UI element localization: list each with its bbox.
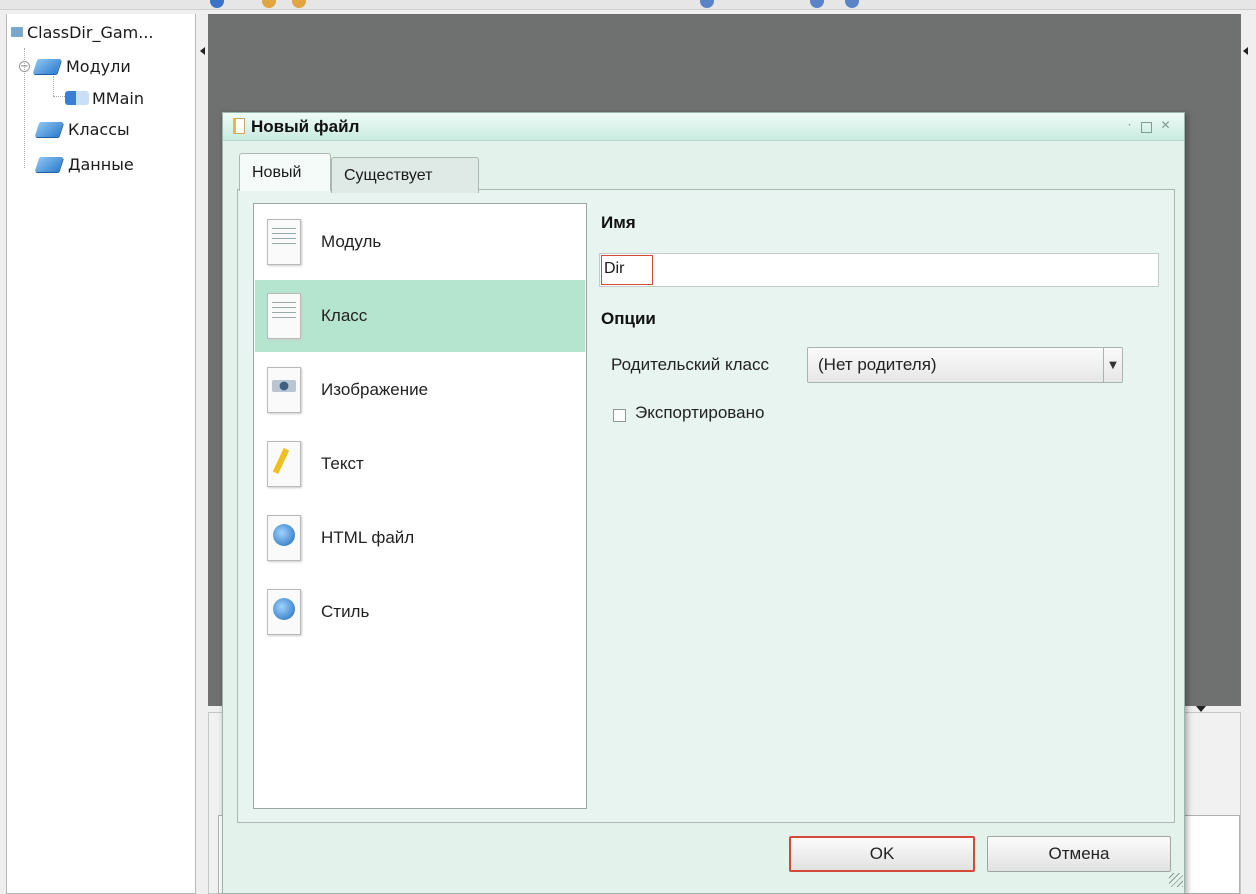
close-icon[interactable]: ✕ — [1159, 119, 1172, 132]
file-type-module[interactable]: Модуль — [255, 206, 585, 278]
options-section-title: Опции — [601, 309, 656, 328]
document-icon — [267, 219, 301, 265]
toolbar-icon[interactable] — [700, 0, 714, 8]
name-input-value: Dir — [601, 255, 653, 285]
file-type-class[interactable]: Класс — [255, 280, 585, 352]
tree-item-label: Классы — [68, 119, 130, 139]
new-file-dialog: Новый файл · ✕ Новый Существует Модуль К… — [222, 112, 1185, 894]
toolbar-icon[interactable] — [810, 0, 824, 8]
ok-button[interactable]: OK — [789, 836, 975, 872]
exported-label[interactable]: Экспортировано — [635, 403, 764, 423]
image-file-icon — [267, 367, 301, 413]
text-pencil-icon — [267, 441, 301, 487]
main-toolbar — [0, 0, 1256, 10]
help-icon[interactable]: · — [1123, 119, 1136, 132]
dialog-titlebar[interactable]: Новый файл · ✕ — [223, 113, 1184, 141]
tree-root-label: ClassDir_Gam... — [27, 22, 154, 42]
toolbar-icon[interactable] — [262, 0, 276, 8]
ok-button-label: OK — [869, 844, 895, 863]
file-type-style[interactable]: Стиль — [255, 576, 585, 648]
file-type-label: Стиль — [321, 602, 370, 621]
resize-grip-icon[interactable] — [1169, 873, 1183, 887]
collapse-icon[interactable]: − — [19, 60, 30, 72]
chevron-down-icon[interactable]: ▼ — [1103, 348, 1122, 382]
file-type-label: Модуль — [321, 232, 382, 251]
splitter-right-arrow-icon[interactable] — [1243, 47, 1248, 55]
tab-label: Существует — [344, 166, 433, 184]
toolbar-icon[interactable] — [845, 0, 859, 8]
parent-class-value: (Нет родителя) — [818, 355, 937, 374]
file-type-text[interactable]: Текст — [255, 428, 585, 500]
file-type-list: Модуль Класс Изображение Текст HTML файл… — [253, 203, 587, 809]
file-type-html[interactable]: HTML файл — [255, 502, 585, 574]
tree-item-mmain[interactable]: MMain — [65, 86, 144, 110]
folder-book-icon — [35, 120, 65, 138]
project-icon — [11, 27, 23, 37]
file-type-label: Изображение — [321, 380, 429, 399]
maximize-icon[interactable] — [1141, 122, 1152, 133]
toolbar-icon[interactable] — [210, 0, 224, 8]
tree-item-modules[interactable]: − Модули — [19, 54, 131, 78]
module-icon — [65, 91, 89, 105]
folder-book-icon — [35, 155, 65, 173]
tree-item-label: Данные — [68, 154, 134, 174]
splitter-left-arrow-icon[interactable] — [200, 47, 205, 55]
name-section-title: Имя — [601, 213, 636, 232]
tree-root[interactable]: ClassDir_Gam... — [11, 20, 153, 44]
file-type-label: HTML файл — [321, 528, 415, 547]
cancel-button-label: Отмена — [1048, 844, 1110, 863]
exported-checkbox[interactable] — [613, 409, 626, 422]
project-tree: ClassDir_Gam... − Модули MMain Классы Да… — [6, 14, 196, 894]
tree-item-data[interactable]: Данные — [35, 152, 134, 176]
globe-file-icon — [267, 515, 301, 561]
toolbar-icon[interactable] — [292, 0, 306, 8]
tree-item-classes[interactable]: Классы — [35, 117, 130, 141]
parent-class-label: Родительский класс — [611, 355, 770, 374]
folder-book-icon — [33, 57, 63, 75]
tab-existing[interactable]: Существует — [331, 157, 479, 193]
class-document-icon — [267, 293, 301, 339]
file-icon — [233, 118, 245, 134]
dialog-title: Новый файл — [251, 117, 360, 136]
file-type-label: Класс — [321, 306, 368, 325]
file-type-label: Текст — [321, 454, 364, 473]
file-type-image[interactable]: Изображение — [255, 354, 585, 426]
tab-label: Новый — [252, 163, 302, 181]
tree-item-label: Модули — [66, 56, 131, 76]
panel-dropdown-arrow-icon[interactable] — [1196, 706, 1206, 712]
tab-new[interactable]: Новый — [239, 153, 331, 191]
name-input[interactable]: Dir — [599, 253, 1159, 287]
tree-item-label: MMain — [92, 88, 144, 108]
globe-file-icon — [267, 589, 301, 635]
parent-class-select[interactable]: (Нет родителя) ▼ — [807, 347, 1123, 383]
cancel-button[interactable]: Отмена — [987, 836, 1171, 872]
